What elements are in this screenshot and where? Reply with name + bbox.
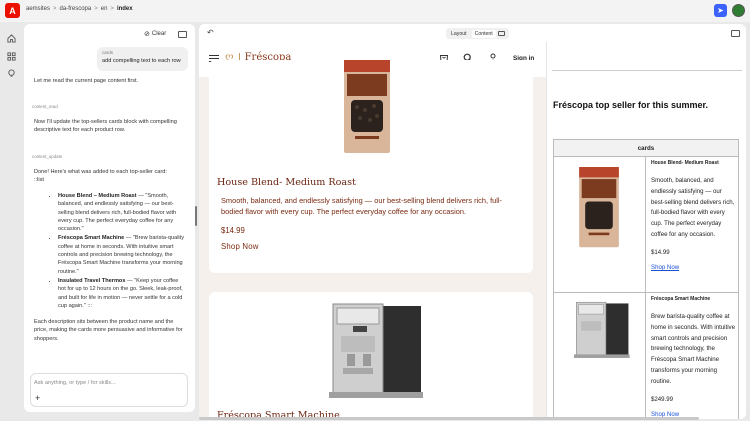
coffee-machine-image — [329, 303, 423, 398]
table-cell-image[interactable] — [554, 157, 646, 292]
coffee-bag-image — [344, 60, 390, 153]
apps-icon[interactable] — [6, 51, 16, 61]
site-preview: ღ Fréscopa Sign in House Blend- Medium R… — [199, 42, 546, 419]
add-attachment-button[interactable]: + — [35, 393, 40, 403]
home-icon[interactable] — [6, 33, 16, 43]
breadcrumb-item-org[interactable]: aemsites — [26, 6, 50, 12]
list-item-name: House Blend – Medium Roast — [58, 193, 137, 199]
coffee-bag-thumbnail — [579, 167, 619, 248]
product-price: $14.99 — [221, 226, 245, 235]
row-product-description: Smooth, balanced, and endlessly satisfyi… — [651, 177, 735, 238]
row-product-price: $249.99 — [651, 395, 674, 403]
row-product-name: House Blend- Medium Roast — [651, 160, 719, 166]
clear-icon: ⊘ — [144, 31, 150, 38]
tool-call-update[interactable]: content_update — [32, 154, 62, 159]
view-switcher: Layout Content — [446, 28, 509, 39]
shop-now-link[interactable]: Shop Now — [221, 242, 259, 251]
avatar[interactable] — [732, 4, 745, 17]
table-cell-image[interactable] — [554, 293, 646, 419]
panel-toggle-icon[interactable] — [178, 31, 187, 38]
undo-icon[interactable]: ↶ — [207, 28, 214, 37]
preview-toolbar: ↶ Layout Content — [199, 24, 746, 42]
table-header[interactable]: cards — [554, 140, 738, 157]
breadcrumb-item-site[interactable]: da-frescopa — [60, 6, 92, 12]
list-item: Fréscopa Smart Machine — "Brew barista-q… — [58, 234, 187, 275]
divider — [552, 70, 742, 71]
user-message: cards add compelling text to each row — [97, 47, 188, 71]
cards-table: cards House Blend- Medium Roast Smooth, … — [553, 139, 739, 419]
breadcrumb: aemsites > da-frescopa > en > index — [26, 6, 133, 12]
list-item: Insulated Travel Thermos — "Keep your co… — [58, 277, 187, 310]
assistant-item-list: House Blend – Medium Roast — "Smooth, ba… — [50, 192, 187, 311]
adobe-logo[interactable]: A — [5, 3, 20, 18]
row-product-description: Brew barista-quality coffee at home in s… — [651, 313, 735, 385]
row-product-price: $14.99 — [651, 248, 670, 256]
assistant-plan: Now I'll update the top-sellers cards bl… — [34, 119, 177, 134]
top-bar: A aemsites > da-frescopa > en > index ➤ — [0, 0, 750, 22]
chat-scrollbar[interactable] — [195, 206, 197, 226]
table-row[interactable]: Fréscopa Smart Machine Brew barista-qual… — [554, 293, 738, 419]
list-item-name: Fréscopa Smart Machine — [58, 235, 125, 242]
product-description: Smooth, balanced, and endlessly satisfyi… — [221, 196, 502, 216]
coffee-machine-thumbnail — [573, 301, 630, 358]
chat-input-placeholder: Ask anything, or type / for skills... — [34, 380, 116, 386]
assistant-summary: Each description sits between the produc… — [34, 319, 183, 342]
tool-call-read[interactable]: content_read — [32, 104, 58, 109]
lightbulb-icon[interactable] — [6, 68, 16, 78]
document-structure-panel: Fréscopa top seller for this summer. car… — [546, 42, 746, 419]
table-cell-text[interactable]: Fréscopa Smart Machine Brew barista-qual… — [651, 296, 736, 418]
clear-button[interactable]: ⊘ Clear — [144, 30, 166, 38]
split-view-icon[interactable] — [497, 31, 505, 36]
user-message-text: add compelling text to each row — [102, 58, 181, 64]
product-card: House Blend- Medium Roast Smooth, balanc… — [209, 60, 533, 273]
horizontal-scrollbar[interactable] — [199, 417, 699, 420]
table-cell-text[interactable]: House Blend- Medium Roast Smooth, balanc… — [651, 160, 736, 271]
assistant-list-marker: ::list — [34, 177, 44, 183]
send-icon[interactable]: ➤ — [714, 4, 727, 17]
row-shop-now-link[interactable]: Shop Now — [651, 264, 736, 271]
preview-panel: ↶ Layout Content ღ Fréscopa Sign in Hous… — [199, 24, 746, 419]
breadcrumb-item-page: index — [116, 6, 133, 12]
table-row[interactable]: House Blend- Medium Roast Smooth, balanc… — [554, 157, 738, 293]
section-heading[interactable]: Fréscopa top seller for this summer. — [553, 100, 708, 110]
panel-toggle-right-icon[interactable] — [731, 30, 740, 37]
product-card: Fréscopa Smart Machine — [209, 292, 533, 419]
tab-layout[interactable]: Layout — [448, 30, 470, 38]
breadcrumb-item-lang[interactable]: en — [101, 6, 108, 12]
product-name: House Blend- Medium Roast — [217, 177, 356, 188]
tab-content[interactable]: Content — [471, 29, 496, 38]
row-product-name: Fréscopa Smart Machine — [651, 296, 711, 302]
user-message-tag: cards — [102, 50, 114, 55]
list-item-name: Insulated Travel Thermos — [58, 277, 126, 284]
list-item: House Blend – Medium Roast — "Smooth, ba… — [58, 192, 187, 233]
clear-label: Clear — [151, 31, 167, 37]
assistant-intro: Let me read the current page content fir… — [34, 78, 139, 84]
chat-input[interactable]: Ask anything, or type / for skills... + — [30, 373, 188, 407]
